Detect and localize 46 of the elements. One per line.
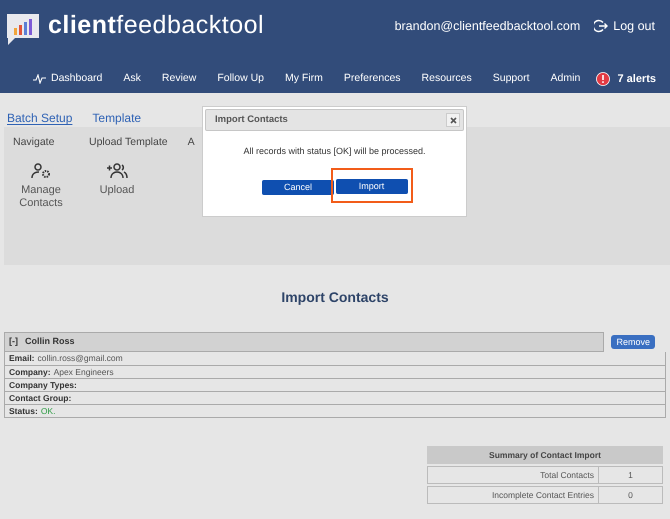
group-heading: Upload Template <box>89 135 168 150</box>
nav-link[interactable]: Follow Up <box>217 71 264 88</box>
dialog-button[interactable]: Import <box>336 179 408 194</box>
alerts-link[interactable]: 7 alerts <box>596 71 656 88</box>
field-row: Company Types: <box>5 378 665 391</box>
close-icon <box>450 116 456 124</box>
field-row: Contact Group: <box>5 391 665 404</box>
logo-icon <box>5 12 41 46</box>
close-button[interactable] <box>446 113 460 127</box>
dialog-title: Import Contacts <box>215 112 289 127</box>
nav-link[interactable]: Preferences <box>344 71 401 88</box>
toolbar-action[interactable]: Manage Contacts <box>13 162 69 210</box>
nav-link[interactable]: Dashboard <box>33 71 102 88</box>
page-title: Import Contacts <box>280 288 390 307</box>
user-email: brandon@clientfeedbacktool.com <box>394 18 580 35</box>
dialog-button[interactable]: Cancel <box>262 180 334 194</box>
tab[interactable]: Template <box>92 109 142 127</box>
toolbar-action[interactable]: Upload <box>89 162 145 197</box>
group-heading: Navigate <box>13 135 56 150</box>
pulse-icon <box>33 74 46 84</box>
nav-link[interactable]: Resources <box>422 71 472 88</box>
logo-text: clientfeedbacktool <box>48 10 264 42</box>
field-row: Company: Apex Engineers <box>5 365 665 378</box>
tab[interactable]: Batch Setup <box>7 109 72 127</box>
nav-link[interactable]: Ask <box>123 71 141 88</box>
collapse-toggle[interactable]: [-] <box>9 335 18 348</box>
nav-link[interactable]: Support <box>492 71 530 88</box>
table-cell: 0 <box>599 486 663 504</box>
table-cell: Incomplete Contact Entries <box>427 486 599 504</box>
remove-button[interactable]: Remove <box>611 335 655 349</box>
nav-link[interactable]: Review <box>162 71 196 88</box>
group-heading: A <box>188 135 195 150</box>
alert-icon <box>596 72 610 86</box>
logout-icon <box>594 19 608 33</box>
contact-name: Collin Ross <box>25 335 75 348</box>
dialog-message: All records with status [OK] will be processed. <box>242 145 427 158</box>
table-cell: 1 <box>599 466 663 484</box>
field-row: Status: OK. <box>5 404 665 417</box>
person-gear-icon <box>31 162 51 179</box>
table-cell: Total Contacts <box>427 466 599 484</box>
field-row-text: Email: collin.ross@gmail.com <box>8 352 124 365</box>
summary-title: Summary of Contact Import <box>427 446 663 464</box>
nav-link[interactable]: Admin <box>550 71 580 88</box>
nav-link[interactable]: My Firm <box>285 71 323 88</box>
people-add-icon <box>106 162 128 179</box>
logout-link[interactable]: Log out <box>594 16 655 36</box>
